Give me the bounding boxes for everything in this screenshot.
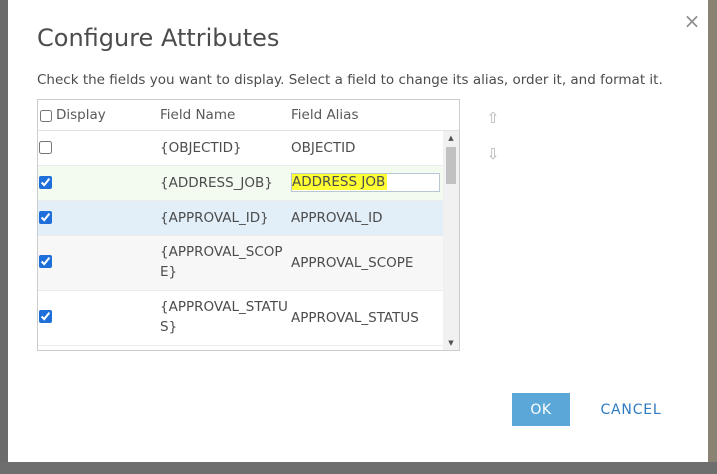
field-alias-input[interactable]: ADDRESS JOB [291, 173, 440, 192]
scroll-up-icon[interactable]: ▲ [443, 131, 459, 145]
column-header-display[interactable]: Display [56, 107, 106, 123]
backdrop [0, 0, 8, 474]
field-alias[interactable]: APPROVAL_ID [291, 208, 441, 228]
select-all-checkbox[interactable] [40, 110, 52, 122]
field-name: {OBJECTID} [160, 140, 242, 156]
display-checkbox[interactable] [39, 255, 52, 268]
table-row[interactable]: {OBJECTID} OBJECTID [38, 131, 443, 166]
field-name: {APPROVAL_ID} [160, 210, 269, 226]
scroll-thumb[interactable] [446, 147, 456, 184]
close-icon[interactable]: × [681, 10, 703, 32]
field-name: {ADDRESS_JOB} [160, 175, 273, 191]
cancel-button[interactable]: CANCEL [590, 393, 672, 426]
display-checkbox[interactable] [39, 176, 52, 189]
grid-scrollbar[interactable]: ▲ ▼ [443, 131, 459, 350]
field-name: {APPROVAL_STATUS} [160, 299, 288, 335]
column-header-field-alias[interactable]: Field Alias [291, 107, 359, 123]
backdrop-bottom [0, 462, 717, 474]
ok-button[interactable]: OK [512, 393, 570, 426]
table-row[interactable]: {APPROVAL_ID} APPROVAL_ID [38, 201, 443, 236]
field-name: {APPROVAL_SCOPE} [160, 244, 283, 280]
table-row[interactable]: {ADDRESS_JOB} ADDRESS JOB [38, 166, 443, 201]
column-header-field-name[interactable]: Field Name [160, 107, 235, 123]
grid-rows: {OBJECTID} OBJECTID {ADDRESS_JOB} ADDRES… [38, 131, 443, 346]
table-row[interactable]: {APPROVAL_STATUS} APPROVAL_STATUS [38, 291, 443, 346]
field-alias-text: ADDRESS JOB [292, 174, 388, 190]
instructions-text: Check the fields you want to display. Se… [37, 72, 663, 88]
attributes-grid: Display Field Name Field Alias {OBJECTID… [37, 99, 460, 351]
arrow-down-icon[interactable]: ⇩ [485, 144, 501, 164]
field-alias[interactable]: OBJECTID [291, 138, 441, 158]
display-checkbox[interactable] [39, 310, 52, 323]
grid-header: Display Field Name Field Alias [38, 100, 459, 131]
display-checkbox[interactable] [39, 211, 52, 224]
backdrop-map-edge [708, 0, 717, 474]
arrow-up-icon[interactable]: ⇧ [485, 108, 501, 128]
field-alias[interactable]: APPROVAL_STATUS [291, 308, 441, 328]
dialog-title: Configure Attributes [37, 24, 280, 52]
table-row[interactable]: {APPROVAL_SCOPE} APPROVAL_SCOPE [38, 236, 443, 291]
scroll-down-icon[interactable]: ▼ [443, 336, 459, 350]
configure-attributes-dialog: × Configure Attributes Check the fields … [8, 0, 708, 462]
field-alias[interactable]: APPROVAL_SCOPE [291, 253, 441, 273]
display-checkbox[interactable] [39, 141, 52, 154]
